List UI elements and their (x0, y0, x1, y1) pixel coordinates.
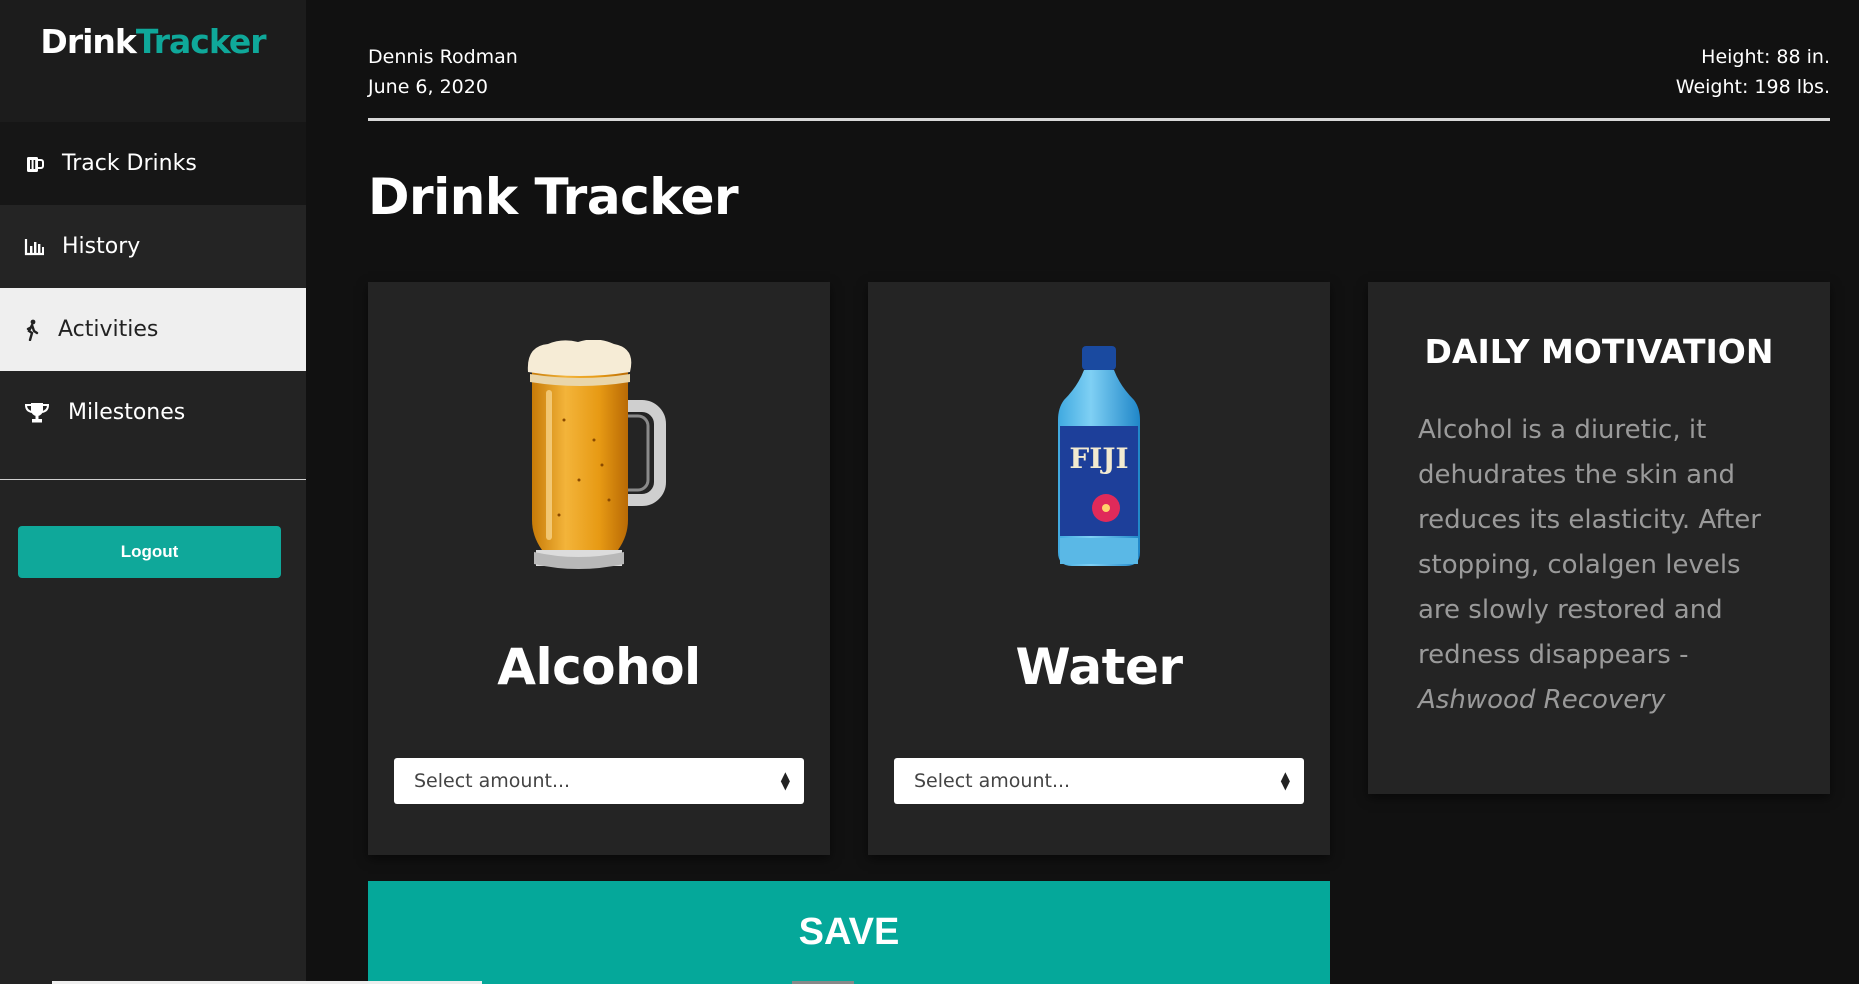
walking-person-icon (24, 319, 40, 341)
sidebar-item-label: Activities (58, 317, 159, 342)
sidebar-item-label: Milestones (68, 400, 186, 425)
logo[interactable]: DrinkTracker (0, 0, 306, 122)
motivation-quote: Alcohol is a diuretic, it dehudrates the… (1418, 408, 1790, 723)
logo-text-drink: Drink (40, 22, 136, 61)
trophy-icon (24, 402, 50, 424)
daily-motivation-card: DAILY MOTIVATION Alcohol is a diuretic, … (1368, 282, 1830, 794)
weight-value: Weight: 198 lbs. (1675, 76, 1830, 98)
sidebar-divider (0, 479, 306, 480)
page-title: Drink Tracker (368, 168, 739, 226)
bar-chart-icon (24, 236, 46, 258)
beer-mug-image (524, 339, 674, 576)
sidebar-item-activities[interactable]: Activities (0, 288, 306, 371)
drink-name-alcohol: Alcohol (497, 638, 701, 696)
height-value: Height: 88 in. (1701, 46, 1830, 68)
select-arrows-icon: ▲ ▼ (780, 769, 790, 792)
water-amount-select[interactable]: Select amount... ▲ ▼ (894, 758, 1304, 804)
logout-button[interactable]: Logout (18, 526, 281, 578)
body-stats: Height: 88 in. Weight: 198 lbs. (1676, 42, 1830, 102)
current-date: June 6, 2020 (368, 76, 488, 98)
sidebar: DrinkTracker Track Drinks History Activi… (0, 0, 306, 984)
sidebar-item-label: Track Drinks (62, 151, 197, 176)
alcohol-amount-select[interactable]: Select amount... ▲ ▼ (394, 758, 804, 804)
sidebar-item-track-drinks[interactable]: Track Drinks (0, 122, 306, 205)
select-arrows-icon: ▲ ▼ (1280, 769, 1290, 792)
user-name: Dennis Rodman (368, 46, 518, 68)
bottle-label-text: FIJI (1069, 442, 1128, 475)
motivation-title: DAILY MOTIVATION (1424, 332, 1774, 371)
beer-mug-icon (24, 153, 46, 175)
logo-text-tracker: Tracker (135, 22, 267, 61)
alcohol-card: Alcohol Select amount... ▲ ▼ (368, 282, 830, 855)
water-bottle-image: FIJI (1054, 340, 1144, 576)
select-placeholder: Select amount... (914, 770, 1071, 792)
motivation-quote-text: Alcohol is a diuretic, it dehudrates the… (1418, 415, 1761, 670)
user-info: Dennis Rodman June 6, 2020 (368, 42, 518, 102)
sidebar-item-history[interactable]: History (0, 205, 306, 288)
sidebar-item-label: History (62, 234, 141, 259)
select-placeholder: Select amount... (414, 770, 571, 792)
save-button[interactable]: SAVE (368, 881, 1330, 984)
header-divider (368, 118, 1830, 121)
drink-name-water: Water (1015, 638, 1183, 696)
water-card: FIJI Water Select amount... ▲ ▼ (868, 282, 1330, 855)
sidebar-item-milestones[interactable]: Milestones (0, 371, 306, 454)
motivation-source: Ashwood Recovery (1418, 685, 1666, 715)
